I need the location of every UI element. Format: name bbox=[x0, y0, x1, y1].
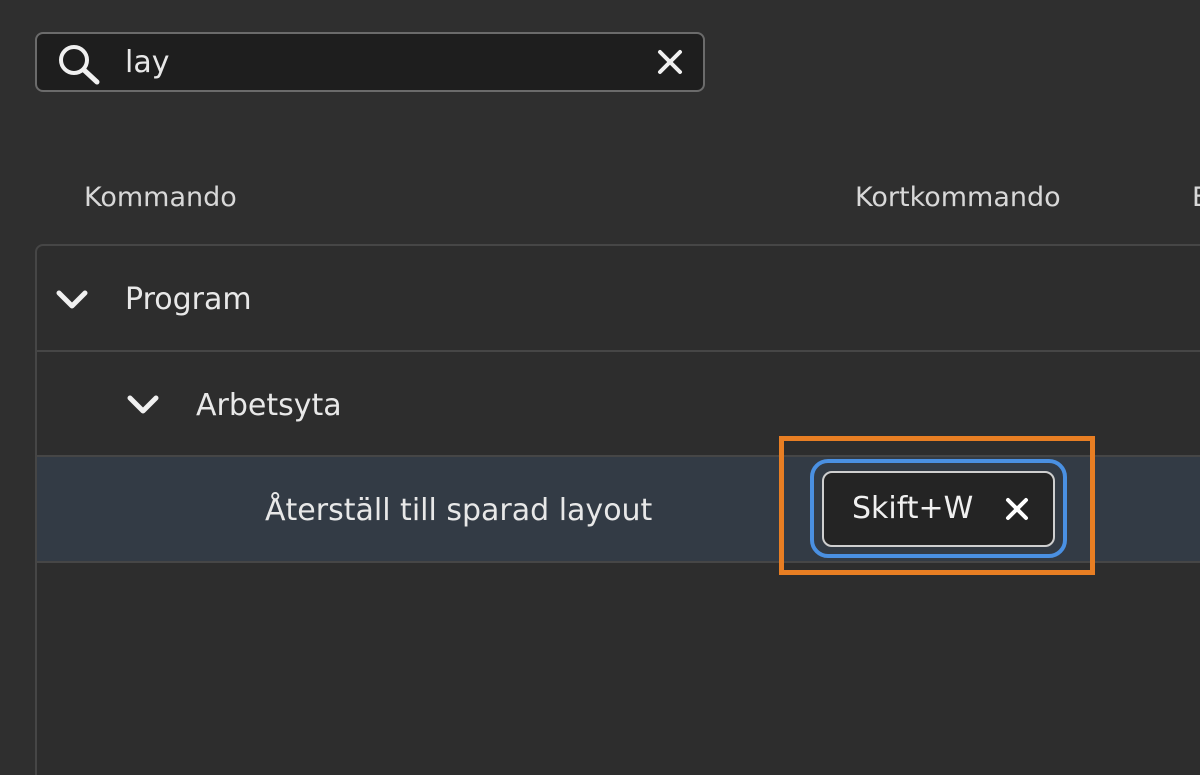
tree-group-program[interactable]: Program bbox=[37, 246, 1200, 352]
shortcut-chip[interactable]: Skift+W bbox=[822, 471, 1055, 547]
tree-subgroup-label: Arbetsyta bbox=[196, 388, 342, 423]
command-label: Återställ till sparad layout bbox=[265, 493, 653, 528]
chevron-down-icon[interactable] bbox=[55, 289, 89, 311]
column-header-extra[interactable]: E bbox=[1192, 182, 1200, 213]
search-input[interactable] bbox=[125, 40, 625, 84]
remove-shortcut-icon[interactable] bbox=[1003, 495, 1031, 523]
search-box[interactable] bbox=[35, 32, 705, 92]
column-header-command[interactable]: Kommando bbox=[84, 182, 237, 213]
search-icon bbox=[59, 45, 100, 85]
column-header-shortcut[interactable]: Kortkommando bbox=[855, 182, 1061, 213]
tree-group-label: Program bbox=[125, 282, 252, 317]
shortcut-label: Skift+W bbox=[852, 491, 974, 526]
clear-search-icon[interactable] bbox=[655, 47, 685, 77]
keyboard-shortcuts-panel: Kommando Kortkommando E Program Arbetsyt… bbox=[0, 0, 1200, 775]
chevron-down-icon[interactable] bbox=[126, 394, 160, 416]
